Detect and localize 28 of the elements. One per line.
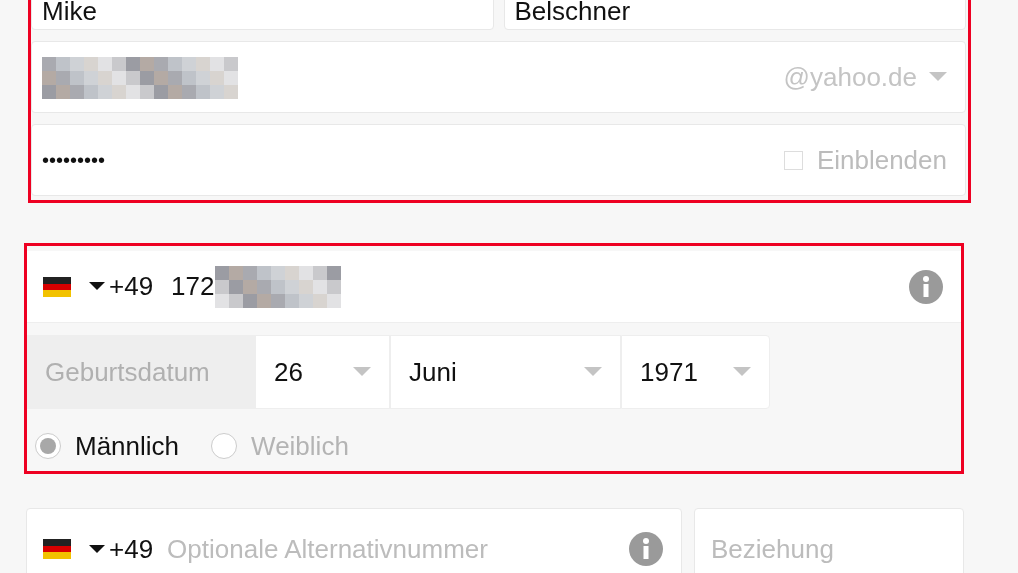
radio-label: Männlich bbox=[75, 430, 180, 462]
placeholder-text: Optionale Alternativnummer bbox=[167, 533, 488, 565]
flag-icon bbox=[43, 539, 71, 559]
radio-button[interactable] bbox=[35, 433, 61, 459]
birthdate-label: Geburtsdatum bbox=[27, 335, 255, 409]
phone-field[interactable]: +49 172 bbox=[27, 251, 961, 323]
caret-icon bbox=[353, 367, 371, 377]
radio-button[interactable] bbox=[211, 433, 238, 459]
country-code: +49 bbox=[109, 533, 154, 565]
checkbox[interactable] bbox=[783, 150, 803, 170]
year-select[interactable]: 1971 bbox=[621, 335, 770, 409]
day-select[interactable]: 26 bbox=[255, 335, 390, 409]
flag-icon bbox=[43, 276, 71, 297]
country-code: +49 bbox=[109, 271, 154, 302]
caret-icon[interactable] bbox=[89, 282, 105, 291]
month-select[interactable]: Juni bbox=[390, 335, 621, 409]
caret-icon bbox=[929, 72, 947, 82]
caret-icon[interactable] bbox=[89, 544, 105, 554]
text-field[interactable]: Belschner bbox=[503, 0, 966, 30]
checkbox-label: Einblenden bbox=[816, 144, 947, 176]
caret-icon bbox=[584, 367, 602, 377]
radio-label: Weiblich bbox=[251, 430, 349, 462]
alt-phone-field[interactable]: +49 Optionale Alternativnummer bbox=[26, 508, 682, 573]
text-field[interactable]: Mike bbox=[31, 0, 494, 30]
password-field[interactable]: ••••••••• Einblenden bbox=[31, 124, 966, 196]
caret-icon bbox=[733, 367, 751, 377]
info-icon[interactable] bbox=[909, 269, 943, 304]
info-icon[interactable] bbox=[629, 532, 663, 566]
